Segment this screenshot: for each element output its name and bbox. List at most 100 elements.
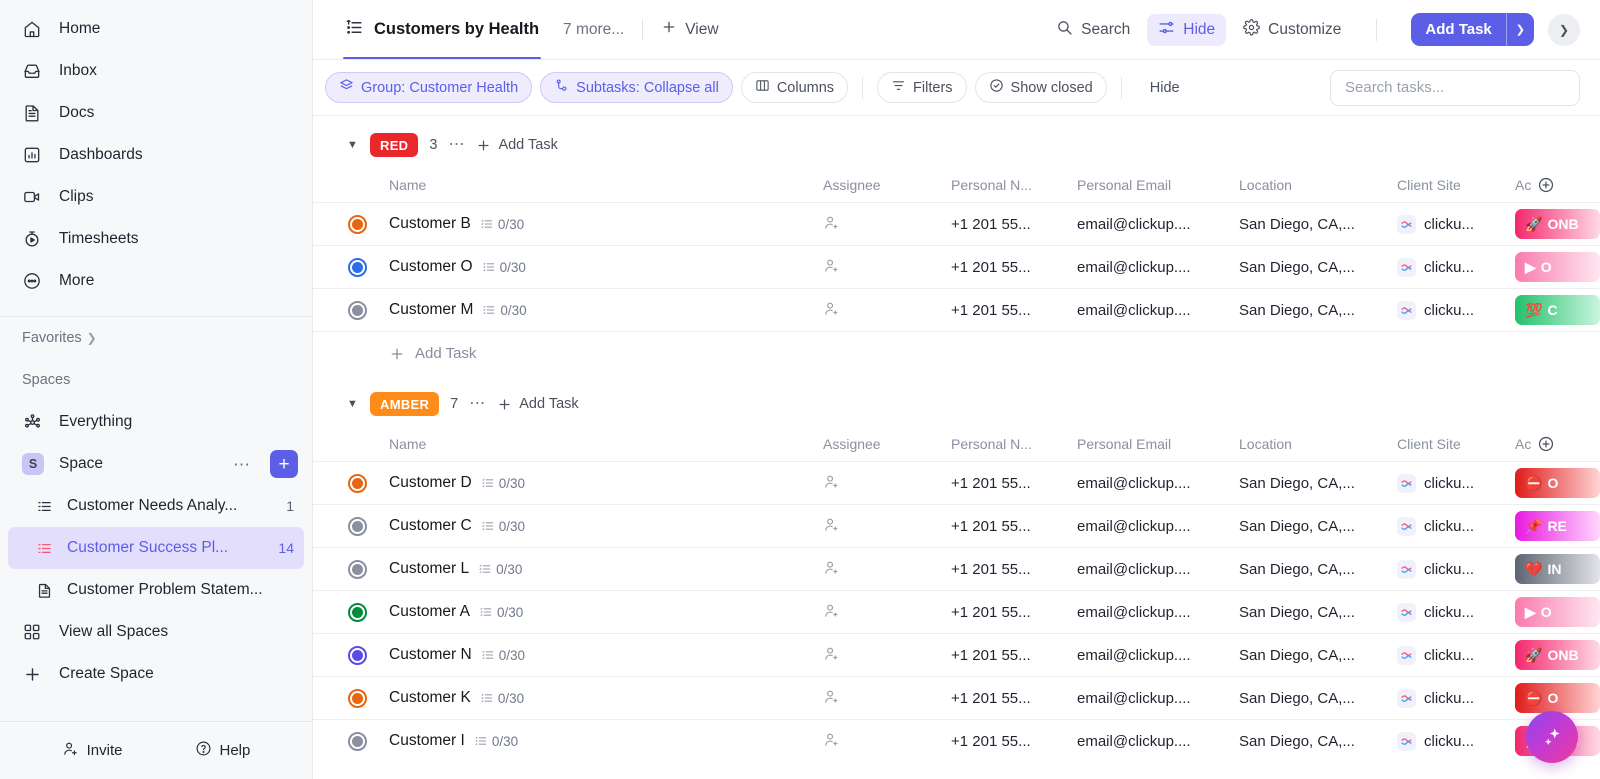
subtask-count[interactable]: 0/30 — [480, 217, 524, 232]
client-site-cell[interactable]: clicku... — [1397, 301, 1515, 320]
col-personal-email[interactable]: Personal Email — [1077, 436, 1239, 452]
group-badge[interactable]: AMBER — [370, 392, 439, 416]
row-name-cell[interactable]: Customer I0/30 — [383, 732, 823, 750]
personal-email-cell[interactable]: email@clickup.... — [1077, 259, 1239, 276]
sidebar-item-more[interactable]: More — [0, 260, 312, 302]
add-view-button[interactable]: View — [661, 19, 718, 40]
row-status-toggle[interactable] — [313, 646, 383, 665]
status-chip[interactable]: ⛔O — [1515, 683, 1600, 713]
account-status-cell[interactable]: 🚀ONB — [1515, 640, 1600, 670]
group-add-task-button[interactable]: Add Task — [497, 396, 578, 412]
row-name-cell[interactable]: Customer L0/30 — [383, 560, 823, 578]
columns-pill[interactable]: Columns — [741, 72, 848, 103]
table-row[interactable]: Customer K0/30+1 201 55...email@clickup.… — [313, 676, 1600, 719]
location-cell[interactable]: San Diego, CA,... — [1239, 475, 1397, 492]
hide-fields-button[interactable]: Hide — [1136, 72, 1194, 103]
status-circle-icon[interactable] — [348, 258, 367, 277]
group-collapse-icon[interactable]: ▼ — [347, 139, 359, 151]
sidebar-item-inbox[interactable]: Inbox — [0, 50, 312, 92]
personal-email-cell[interactable]: email@clickup.... — [1077, 475, 1239, 492]
row-status-toggle[interactable] — [313, 603, 383, 622]
sidebar-list-item-0[interactable]: Customer Needs Analy...1 — [8, 485, 304, 527]
location-cell[interactable]: San Diego, CA,... — [1239, 518, 1397, 535]
location-cell[interactable]: San Diego, CA,... — [1239, 216, 1397, 233]
table-row[interactable]: Customer L0/30+1 201 55...email@clickup.… — [313, 547, 1600, 590]
sidebar-item-view-all-spaces[interactable]: View all Spaces — [0, 611, 312, 653]
personal-email-cell[interactable]: email@clickup.... — [1077, 518, 1239, 535]
assignee-cell[interactable] — [823, 257, 951, 278]
location-cell[interactable]: San Diego, CA,... — [1239, 604, 1397, 621]
subtask-count[interactable]: 0/30 — [480, 691, 524, 706]
sidebar-list-item-2[interactable]: Customer Problem Statem... — [8, 569, 304, 611]
client-site-cell[interactable]: clicku... — [1397, 258, 1515, 277]
subtask-count[interactable]: 0/30 — [482, 260, 526, 275]
sidebar-space-row[interactable]: S Space ⋯ + — [0, 443, 312, 485]
col-client-site[interactable]: Client Site — [1397, 177, 1515, 193]
personal-number-cell[interactable]: +1 201 55... — [951, 561, 1077, 578]
client-site-cell[interactable]: clicku... — [1397, 474, 1515, 493]
customize-button[interactable]: Customize — [1232, 14, 1352, 46]
col-personal-number[interactable]: Personal N... — [951, 436, 1077, 452]
row-name-cell[interactable]: Customer B0/30 — [383, 215, 823, 233]
row-name-cell[interactable]: Customer O0/30 — [383, 258, 823, 276]
table-row[interactable]: Customer C0/30+1 201 55...email@clickup.… — [313, 504, 1600, 547]
row-name-cell[interactable]: Customer N0/30 — [383, 646, 823, 664]
subtasks-pill[interactable]: Subtasks: Collapse all — [540, 72, 733, 103]
help-button[interactable]: Help — [195, 740, 251, 761]
personal-email-cell[interactable]: email@clickup.... — [1077, 647, 1239, 664]
invite-button[interactable]: Invite — [62, 740, 123, 761]
row-status-toggle[interactable] — [313, 689, 383, 708]
sidebar-item-create-space[interactable]: Create Space — [0, 653, 312, 695]
client-site-cell[interactable]: clicku... — [1397, 560, 1515, 579]
assignee-cell[interactable] — [823, 645, 951, 666]
sidebar-item-everything[interactable]: Everything — [0, 401, 312, 443]
location-cell[interactable]: San Diego, CA,... — [1239, 302, 1397, 319]
more-views-button[interactable]: 7 more... — [563, 21, 624, 39]
status-chip[interactable]: 💔IN — [1515, 554, 1600, 584]
personal-number-cell[interactable]: +1 201 55... — [951, 733, 1077, 750]
col-assignee[interactable]: Assignee — [823, 177, 951, 193]
personal-number-cell[interactable]: +1 201 55... — [951, 216, 1077, 233]
status-circle-icon[interactable] — [348, 517, 367, 536]
row-name-cell[interactable]: Customer D0/30 — [383, 474, 823, 492]
client-site-cell[interactable]: clicku... — [1397, 215, 1515, 234]
client-site-cell[interactable]: clicku... — [1397, 646, 1515, 665]
status-circle-icon[interactable] — [348, 603, 367, 622]
assignee-cell[interactable] — [823, 688, 951, 709]
hide-toggle-button[interactable]: Hide — [1147, 14, 1226, 46]
show-closed-pill[interactable]: Show closed — [975, 72, 1107, 103]
location-cell[interactable]: San Diego, CA,... — [1239, 647, 1397, 664]
row-status-toggle[interactable] — [313, 474, 383, 493]
location-cell[interactable]: San Diego, CA,... — [1239, 733, 1397, 750]
account-status-cell[interactable]: 📌RE — [1515, 511, 1600, 541]
subtask-count[interactable]: 0/30 — [474, 734, 518, 749]
assignee-cell[interactable] — [823, 300, 951, 321]
add-task-row[interactable]: Add Task — [313, 331, 1600, 375]
group-badge[interactable]: RED — [370, 133, 418, 157]
account-status-cell[interactable]: ⛔O — [1515, 468, 1600, 498]
add-task-button[interactable]: Add Task — [1411, 13, 1505, 46]
assignee-cell[interactable] — [823, 602, 951, 623]
col-assignee[interactable]: Assignee — [823, 436, 951, 452]
location-cell[interactable]: San Diego, CA,... — [1239, 561, 1397, 578]
space-more-icon[interactable]: ⋯ — [229, 456, 255, 473]
status-circle-icon[interactable] — [348, 646, 367, 665]
col-client-site[interactable]: Client Site — [1397, 436, 1515, 452]
subtask-count[interactable]: 0/30 — [481, 519, 525, 534]
personal-email-cell[interactable]: email@clickup.... — [1077, 690, 1239, 707]
account-status-cell[interactable]: ▶O — [1515, 597, 1600, 627]
search-tasks-box[interactable] — [1330, 70, 1580, 106]
col-name[interactable]: Name — [383, 436, 823, 452]
table-row[interactable]: Customer D0/30+1 201 55...email@clickup.… — [313, 461, 1600, 504]
personal-number-cell[interactable]: +1 201 55... — [951, 518, 1077, 535]
filters-pill[interactable]: Filters — [877, 72, 966, 103]
subtask-count[interactable]: 0/30 — [482, 303, 526, 318]
search-button[interactable]: Search — [1045, 14, 1141, 46]
account-status-cell[interactable]: 💔IN — [1515, 554, 1600, 584]
status-circle-icon[interactable] — [348, 301, 367, 320]
sidebar-item-clips[interactable]: Clips — [0, 176, 312, 218]
row-name-cell[interactable]: Customer A0/30 — [383, 603, 823, 621]
personal-number-cell[interactable]: +1 201 55... — [951, 647, 1077, 664]
row-status-toggle[interactable] — [313, 258, 383, 277]
table-row[interactable]: Customer B0/30+1 201 55...email@clickup.… — [313, 202, 1600, 245]
